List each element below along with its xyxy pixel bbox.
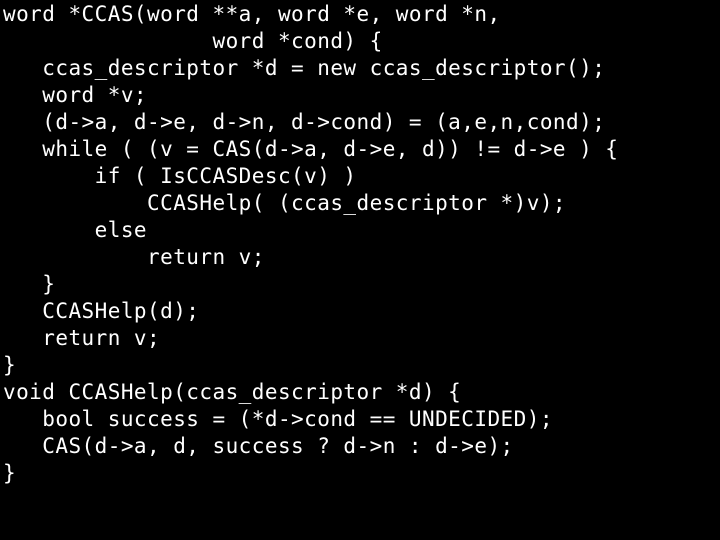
code-line: }	[3, 272, 56, 296]
code-line: return v;	[3, 326, 161, 350]
code-line: else	[3, 218, 148, 242]
code-line: }	[3, 353, 17, 377]
code-line: CCASHelp(d);	[3, 299, 200, 323]
code-line: CCASHelp( (ccas_descriptor *)v);	[3, 191, 567, 215]
code-line: ccas_descriptor *d = new ccas_descriptor…	[3, 56, 606, 80]
code-line: CAS(d->a, d, success ? d->n : d->e);	[3, 434, 514, 458]
slide-canvas: word *CCAS(word **a, word *e, word *n, w…	[0, 0, 720, 540]
code-line: if ( IsCCASDesc(v) )	[3, 164, 357, 188]
code-line: bool success = (*d->cond == UNDECIDED);	[3, 407, 553, 431]
code-line: void CCASHelp(ccas_descriptor *d) {	[3, 380, 462, 404]
code-line: }	[3, 461, 17, 485]
code-line: word *v;	[3, 83, 148, 107]
code-line: (d->a, d->e, d->n, d->cond) = (a,e,n,con…	[3, 110, 606, 134]
code-line: word *cond) {	[3, 29, 383, 53]
code-listing: word *CCAS(word **a, word *e, word *n, w…	[3, 1, 717, 487]
code-line: while ( (v = CAS(d->a, d->e, d)) != d->e…	[3, 137, 619, 161]
code-line: return v;	[3, 245, 265, 269]
code-line: word *CCAS(word **a, word *e, word *n,	[3, 2, 501, 26]
